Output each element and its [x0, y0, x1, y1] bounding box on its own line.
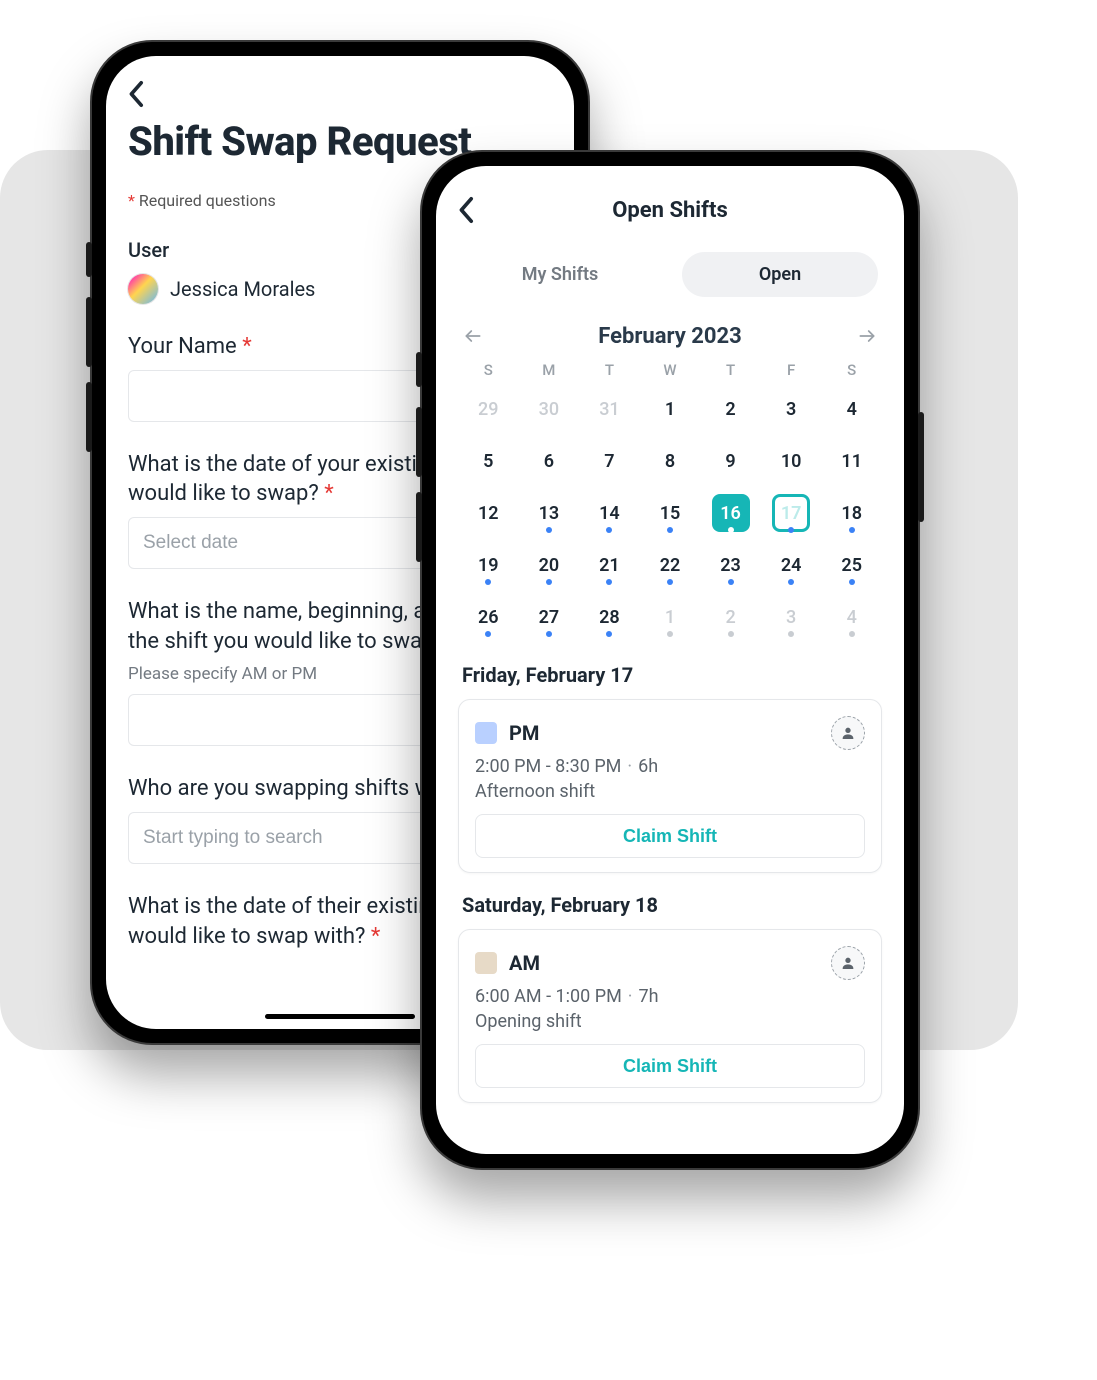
dow: M	[519, 361, 580, 379]
tab-open[interactable]: Open	[682, 252, 878, 297]
shift-color-swatch	[475, 722, 497, 744]
calendar-day[interactable]: 3	[761, 383, 822, 435]
calendar-day[interactable]: 20	[519, 539, 580, 591]
calendar-day[interactable]: 19	[458, 539, 519, 591]
home-indicator	[265, 1014, 415, 1019]
calendar-day[interactable]: 31	[579, 383, 640, 435]
calendar-day[interactable]: 14	[579, 487, 640, 539]
segmented-tabs: My Shifts Open	[462, 252, 878, 297]
phone-volume-down	[416, 492, 422, 562]
calendar-day[interactable]: 15	[640, 487, 701, 539]
calendar-day[interactable]: 5	[458, 435, 519, 487]
calendar-day[interactable]: 4	[821, 383, 882, 435]
shift-card: AM 6:00 AM - 1:00 PM·7h Opening shift Cl…	[458, 929, 882, 1103]
calendar-day[interactable]: 21	[579, 539, 640, 591]
calendar-day[interactable]: 29	[458, 383, 519, 435]
month-label: February 2023	[598, 324, 742, 349]
claim-shift-button[interactable]: Claim Shift	[475, 1044, 865, 1088]
calendar-day[interactable]: 3	[761, 591, 822, 643]
calendar-day[interactable]: 22	[640, 539, 701, 591]
shift-card: PM 2:00 PM - 8:30 PM·6h Afternoon shift …	[458, 699, 882, 873]
dow: T	[700, 361, 761, 379]
tab-my-shifts[interactable]: My Shifts	[462, 252, 658, 297]
calendar-day[interactable]: 13	[519, 487, 580, 539]
phone-power-button	[918, 412, 924, 522]
shift-time: 2:00 PM - 8:30 PM·6h	[475, 756, 865, 777]
shift-date-heading: Friday, February 17	[462, 663, 878, 687]
page-title: Open Shifts	[612, 198, 728, 223]
calendar-day[interactable]: 12	[458, 487, 519, 539]
shift-time: 6:00 AM - 1:00 PM·7h	[475, 986, 865, 1007]
calendar-day[interactable]: 9	[700, 435, 761, 487]
calendar-day[interactable]: 24	[761, 539, 822, 591]
shift-description: Opening shift	[475, 1011, 865, 1032]
calendar-day[interactable]: 17	[761, 487, 822, 539]
calendar-day[interactable]: 10	[761, 435, 822, 487]
calendar-day[interactable]: 23	[700, 539, 761, 591]
phone-volume-down	[86, 382, 92, 452]
calendar-day[interactable]: 1	[640, 383, 701, 435]
shift-date-heading: Saturday, February 18	[462, 893, 878, 917]
dow: F	[761, 361, 822, 379]
shift-badge: AM	[509, 951, 540, 975]
claim-shift-button[interactable]: Claim Shift	[475, 814, 865, 858]
asterisk-icon: *	[128, 191, 135, 210]
phone-volume-up	[416, 407, 422, 477]
calendar: S M T W T F S 29303112345678910111213141…	[458, 361, 882, 643]
shift-color-swatch	[475, 952, 497, 974]
dow: W	[640, 361, 701, 379]
calendar-day[interactable]: 7	[579, 435, 640, 487]
phone-frame-open-shifts: Open Shifts My Shifts Open February 2023…	[420, 150, 920, 1170]
prev-month-icon[interactable]	[458, 321, 488, 351]
calendar-day[interactable]: 2	[700, 591, 761, 643]
shift-description: Afternoon shift	[475, 781, 865, 802]
back-icon[interactable]	[458, 196, 476, 224]
calendar-day[interactable]: 28	[579, 591, 640, 643]
calendar-day[interactable]: 8	[640, 435, 701, 487]
dow: S	[458, 361, 519, 379]
assignee-icon[interactable]	[831, 716, 865, 750]
next-month-icon[interactable]	[852, 321, 882, 351]
phone-mute-switch	[86, 242, 92, 277]
avatar	[128, 274, 158, 304]
assignee-icon[interactable]	[831, 946, 865, 980]
shift-badge: PM	[509, 721, 539, 745]
back-icon[interactable]	[128, 80, 552, 108]
calendar-day[interactable]: 2	[700, 383, 761, 435]
calendar-day[interactable]: 1	[640, 591, 701, 643]
dow: S	[821, 361, 882, 379]
calendar-day[interactable]: 25	[821, 539, 882, 591]
phone-mute-switch	[416, 352, 422, 387]
calendar-day[interactable]: 27	[519, 591, 580, 643]
calendar-day[interactable]: 11	[821, 435, 882, 487]
user-name: Jessica Morales	[170, 277, 315, 301]
calendar-day[interactable]: 18	[821, 487, 882, 539]
dow: T	[579, 361, 640, 379]
calendar-day[interactable]: 26	[458, 591, 519, 643]
calendar-day[interactable]: 30	[519, 383, 580, 435]
calendar-day[interactable]: 16	[700, 487, 761, 539]
calendar-day[interactable]: 4	[821, 591, 882, 643]
phone-volume-up	[86, 297, 92, 367]
calendar-day[interactable]: 6	[519, 435, 580, 487]
